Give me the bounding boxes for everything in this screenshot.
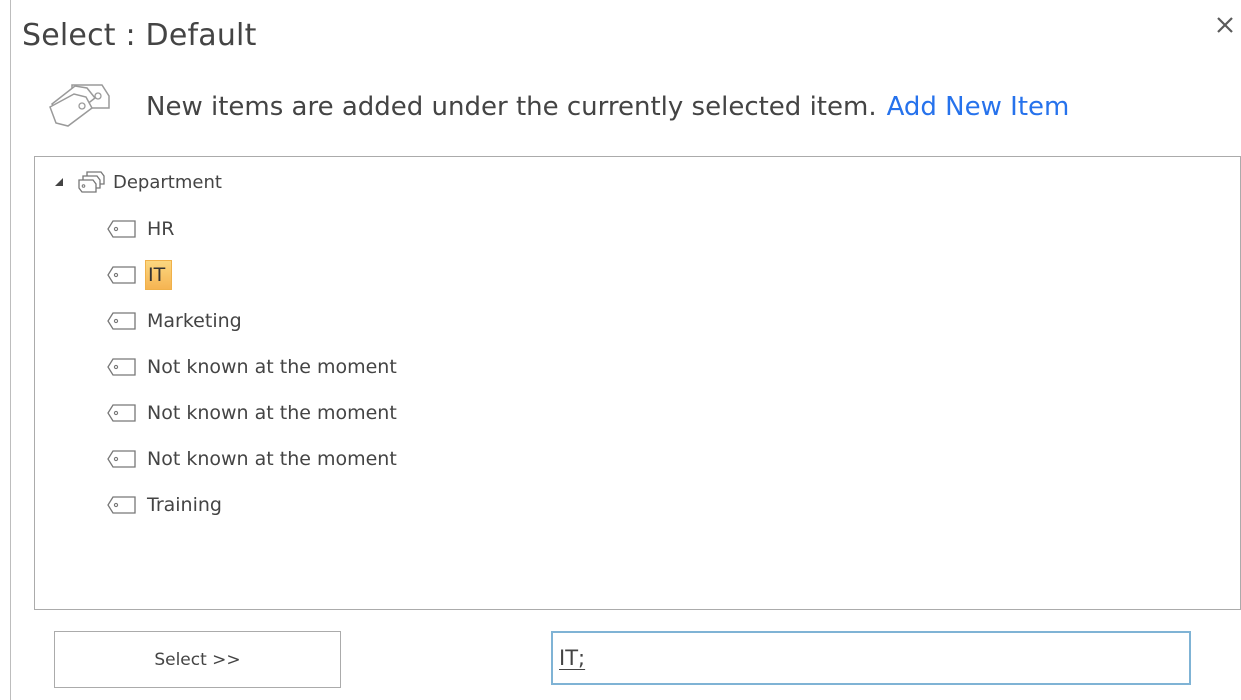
term-item[interactable]: Marketing	[107, 307, 242, 335]
term-icon	[107, 404, 137, 422]
intro-text: New items are added under the currently …	[146, 92, 877, 122]
tree-root-node[interactable]: Department	[53, 169, 222, 195]
term-label-selected: IT	[145, 260, 173, 290]
tree-root-label: Department	[113, 171, 222, 193]
term-label: Marketing	[147, 310, 242, 332]
term-icon	[107, 220, 137, 238]
collapse-triangle-icon[interactable]	[53, 169, 65, 195]
term-icon	[107, 312, 137, 330]
dialog-left-border	[10, 0, 11, 700]
term-label: Not known at the moment	[147, 448, 397, 470]
term-icon	[107, 496, 137, 514]
selected-terms-field[interactable]: IT;	[551, 631, 1191, 685]
select-button[interactable]: Select >>	[54, 631, 341, 688]
intro-bar: New items are added under the currently …	[46, 80, 1069, 134]
term-icon	[107, 266, 137, 284]
term-item-selected[interactable]: IT	[107, 260, 173, 290]
term-item[interactable]: Not known at the moment	[107, 399, 397, 427]
selected-term-value[interactable]: IT;	[559, 646, 585, 670]
term-label: Not known at the moment	[147, 402, 397, 424]
term-label: Not known at the moment	[147, 356, 397, 378]
term-item[interactable]: Not known at the moment	[107, 445, 397, 473]
term-item[interactable]: Training	[107, 491, 222, 519]
term-icon	[107, 450, 137, 468]
term-label: Training	[147, 494, 222, 516]
close-icon[interactable]	[1214, 14, 1236, 36]
tags-icon	[46, 80, 112, 134]
term-item[interactable]: HR	[107, 215, 175, 243]
term-picker-dialog: Select : Default New items are added und…	[0, 0, 1241, 700]
term-label: HR	[147, 218, 175, 240]
add-new-item-link[interactable]: Add New Item	[887, 92, 1070, 122]
term-set-icon	[77, 169, 107, 195]
term-icon	[107, 358, 137, 376]
dialog-title: Select : Default	[22, 18, 257, 53]
term-item[interactable]: Not known at the moment	[107, 353, 397, 381]
term-tree-panel: Department HR IT Marketing Not known at	[34, 156, 1241, 610]
